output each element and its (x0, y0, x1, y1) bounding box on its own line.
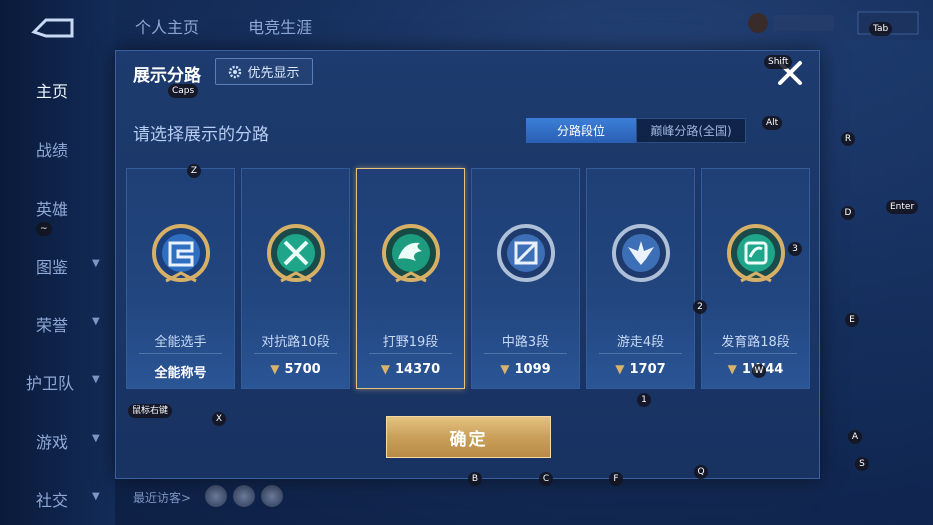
chevron-down-icon: ▼ (92, 316, 100, 327)
lane-card-jungle[interactable]: 打野19段 ▼ 14370 (356, 168, 465, 389)
lane-name: 对抗路10段 (261, 335, 330, 350)
jungle-emblem-icon (382, 224, 440, 283)
tab-peak-lane[interactable]: 巅峰分路(全国) (636, 118, 746, 143)
lane-card-all-round[interactable]: 全能选手 全能称号 (126, 168, 235, 389)
lane-card-mid[interactable]: 中路3段 ▼ 1099 (471, 168, 580, 389)
key-hint-w: W (752, 364, 766, 378)
lane-name: 发育路18段 (721, 335, 790, 350)
farm-lane-emblem-icon (727, 224, 785, 283)
key-hint-mouse-right: 鼠标右键 (128, 404, 173, 418)
divider (599, 353, 682, 354)
mid-lane-emblem-icon (497, 224, 555, 282)
lane-mode-toggle: 分路段位 巅峰分路(全国) (526, 118, 746, 143)
divider (369, 353, 452, 354)
key-hint-1: 1 (637, 393, 651, 407)
key-hint-tilde: ~ (36, 222, 52, 236)
back-icon[interactable] (28, 14, 78, 42)
rank-arrow-icon: ▼ (727, 362, 737, 376)
key-hint-enter: Enter (886, 200, 919, 214)
chevron-down-icon: ▼ (92, 433, 100, 444)
lane-score: ▼ 14370 (380, 362, 441, 377)
divider (714, 353, 797, 354)
lane-card-clash[interactable]: 对抗路10段 ▼ 5700 (241, 168, 350, 389)
key-hint-3: 3 (788, 242, 802, 256)
priority-display-button[interactable]: 优先显示 (215, 58, 313, 85)
lane-card-farm[interactable]: 发育路18段 ▼1W44 (701, 168, 810, 389)
lane-score: ▼ 1099 (500, 362, 551, 377)
nav-item-games[interactable]: 游戏 (36, 429, 68, 453)
background-decoration (813, 40, 933, 525)
chevron-down-icon: ▼ (92, 491, 100, 502)
key-hint-e: E (845, 313, 859, 327)
tab-esports-career[interactable]: 电竞生涯 (248, 18, 312, 37)
divider (254, 353, 337, 354)
tab-profile[interactable]: 个人主页 (135, 18, 199, 37)
divider (139, 353, 222, 354)
key-hint-x: X (212, 412, 226, 426)
rank-arrow-icon: ▼ (380, 362, 390, 376)
key-hint-tab: Tab (869, 22, 893, 36)
all-round-emblem-icon (152, 224, 210, 283)
key-hint-a: A (848, 430, 862, 444)
clash-lane-emblem-icon (267, 224, 325, 283)
rank-arrow-icon: ▼ (615, 362, 625, 376)
key-hint-c: C (539, 472, 553, 486)
top-tabs: 个人主页 电竞生涯 (135, 14, 356, 38)
avatar[interactable] (261, 485, 283, 507)
modal-title: 展示分路 (133, 66, 201, 86)
lane-name: 全能选手 (154, 335, 207, 350)
key-hint-caps: Caps (168, 84, 199, 98)
confirm-button[interactable]: 确定 (386, 416, 551, 458)
key-hint-2: 2 (693, 300, 707, 314)
key-hint-z: Z (187, 164, 201, 178)
roam-emblem-icon (612, 224, 670, 282)
nav-item-codex[interactable]: 图鉴 (36, 254, 68, 278)
lane-name: 游走4段 (616, 335, 665, 350)
lane-score: ▼ 1707 (615, 362, 666, 377)
key-hint-s: S (855, 457, 869, 471)
tab-lane-rank[interactable]: 分路段位 (526, 118, 636, 143)
key-hint-alt: Alt (762, 116, 783, 130)
chevron-down-icon: ▼ (92, 374, 100, 385)
key-hint-r: R (841, 132, 855, 146)
lane-score: 全能称号 (154, 366, 207, 381)
lane-name: 中路3段 (501, 335, 550, 350)
modal-subtitle: 请选择展示的分路 (133, 125, 269, 145)
lane-score: ▼ 5700 (270, 362, 321, 377)
avatar[interactable] (233, 485, 255, 507)
avatar[interactable] (205, 485, 227, 507)
priority-display-label: 优先显示 (247, 66, 300, 81)
key-hint-f: F (609, 472, 623, 486)
recent-visitors-label[interactable]: 最近访客> (133, 489, 191, 506)
key-hint-shift: Shift (764, 55, 793, 69)
nav-item-heroes[interactable]: 英雄 (36, 196, 68, 220)
key-hint-q: Q (694, 465, 708, 479)
rank-arrow-icon: ▼ (500, 362, 510, 376)
rank-arrow-icon: ▼ (270, 362, 280, 376)
left-nav: 主页 战绩 英雄 图鉴 ▼ 荣誉 ▼ 护卫队 ▼ 游戏 ▼ 社交 ▼ (0, 0, 115, 525)
top-right-profile-bar (748, 11, 919, 35)
gear-icon (229, 65, 242, 78)
divider (484, 353, 567, 354)
lane-card-roam[interactable]: 游走4段 ▼ 1707 (586, 168, 695, 389)
nav-item-honors[interactable]: 荣誉 (36, 312, 68, 336)
nav-item-guard-team[interactable]: 护卫队 (26, 370, 74, 394)
nav-item-home[interactable]: 主页 (36, 78, 68, 102)
lane-name: 打野19段 (382, 335, 439, 350)
nav-item-social[interactable]: 社交 (36, 487, 68, 511)
key-hint-d: D (841, 206, 855, 220)
nav-item-records[interactable]: 战绩 (36, 137, 68, 161)
key-hint-b: B (468, 472, 482, 486)
chevron-down-icon: ▼ (92, 258, 100, 269)
